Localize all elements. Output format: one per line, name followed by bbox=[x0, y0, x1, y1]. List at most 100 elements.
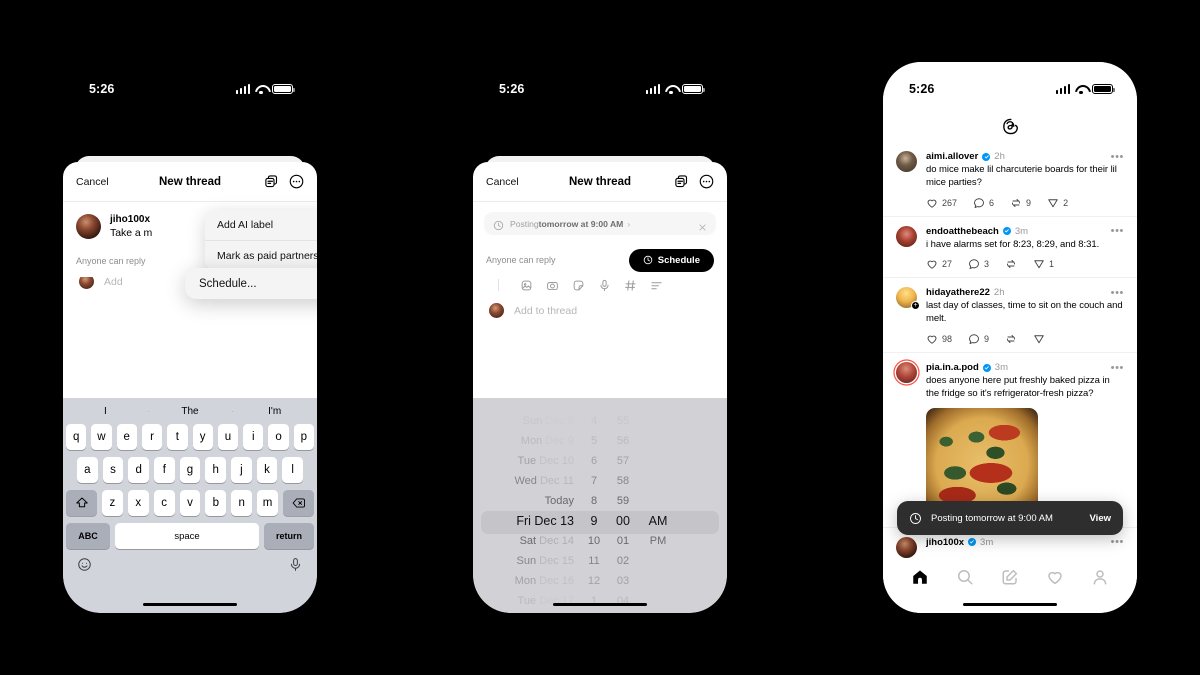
reply-button[interactable]: 9 bbox=[968, 333, 989, 345]
share-button[interactable]: 2 bbox=[1047, 197, 1068, 209]
avatar[interactable] bbox=[896, 225, 917, 247]
more-options-icon[interactable] bbox=[699, 174, 714, 189]
picker-row[interactable]: Wed Dec 18205 bbox=[473, 611, 727, 613]
profile-icon[interactable] bbox=[1091, 568, 1109, 586]
key-j[interactable]: j bbox=[231, 457, 252, 483]
key-u[interactable]: u bbox=[217, 424, 239, 450]
search-icon[interactable] bbox=[956, 568, 974, 586]
emoji-icon[interactable] bbox=[77, 557, 92, 572]
picker-row[interactable]: Sun Dec 8 4 55 bbox=[473, 411, 727, 431]
key-g[interactable]: g bbox=[179, 457, 201, 483]
key-q[interactable]: q bbox=[66, 424, 87, 450]
reply-button[interactable]: 3 bbox=[968, 258, 989, 270]
heart-icon[interactable] bbox=[1046, 568, 1064, 586]
key-y[interactable]: y bbox=[192, 424, 213, 450]
follow-plus-icon[interactable]: + bbox=[911, 301, 920, 311]
key-b[interactable]: b bbox=[205, 490, 227, 516]
copy-thread-icon[interactable] bbox=[674, 174, 689, 189]
post-username[interactable]: endoatthebeach bbox=[926, 226, 999, 237]
picker-row[interactable]: Wed Dec 11 7 58 bbox=[473, 471, 727, 491]
schedule-button[interactable]: Schedule bbox=[628, 248, 714, 272]
hashtag-icon[interactable] bbox=[624, 279, 637, 292]
key-x[interactable]: x bbox=[127, 490, 149, 516]
picker-row[interactable]: Sat Dec 14 10 01 PM bbox=[473, 531, 727, 551]
post-more-icon[interactable]: ••• bbox=[1111, 151, 1124, 162]
avatar[interactable] bbox=[896, 151, 917, 172]
picker-row[interactable]: Today 8 59 bbox=[473, 491, 727, 511]
menu-item-add-ai-label[interactable]: Add AI label bbox=[205, 210, 317, 240]
gallery-icon[interactable] bbox=[520, 279, 533, 292]
suggestion-2[interactable]: I'm bbox=[232, 406, 317, 417]
gif-sticker-icon[interactable] bbox=[572, 279, 585, 292]
repost-button[interactable] bbox=[1005, 333, 1017, 345]
suggestion-0[interactable]: I bbox=[63, 406, 148, 417]
date-time-picker[interactable]: Sun Dec 8 4 55 Mon Dec 9 5 56 Tue Dec 10 6 57 Wed… bbox=[473, 398, 727, 613]
avatar[interactable]: + bbox=[896, 287, 920, 311]
picker-row[interactable]: Tue Dec 17 1 04 bbox=[473, 591, 727, 611]
compose-icon[interactable] bbox=[1001, 568, 1019, 586]
key-c[interactable]: c bbox=[153, 490, 175, 516]
add-to-thread-row[interactable]: Add to thread bbox=[489, 303, 714, 318]
space-key[interactable]: space bbox=[115, 523, 259, 549]
post-more-icon[interactable]: ••• bbox=[1111, 362, 1124, 373]
home-icon[interactable] bbox=[911, 568, 929, 586]
suggestion-1[interactable]: The bbox=[147, 406, 233, 417]
like-button[interactable]: 27 bbox=[926, 258, 952, 270]
key-k[interactable]: k bbox=[256, 457, 278, 483]
key-r[interactable]: r bbox=[141, 424, 163, 450]
post-more-icon[interactable]: ••• bbox=[1111, 537, 1124, 548]
reply-policy-label[interactable]: Anyone can reply bbox=[76, 256, 146, 266]
feed-post[interactable]: endoatthebeach 3m ••• i have alarms set for… bbox=[883, 217, 1137, 279]
camera-icon[interactable] bbox=[546, 279, 559, 292]
picker-rows[interactable]: Sun Dec 8 4 55 Mon Dec 9 5 56 Tue Dec 10 6 57 Wed… bbox=[473, 398, 727, 613]
picker-row[interactable]: Sun Dec 15 11 02 bbox=[473, 551, 727, 571]
copy-thread-icon[interactable] bbox=[264, 174, 279, 189]
post-username[interactable]: pia.in.a.pod bbox=[926, 362, 979, 373]
reply-policy-label[interactable]: Anyone can reply bbox=[486, 255, 556, 265]
key-m[interactable]: m bbox=[257, 490, 279, 516]
more-options-icon[interactable] bbox=[289, 174, 304, 189]
post-username[interactable]: jiho100x bbox=[926, 537, 964, 548]
feed-scroll-area[interactable]: aimi.allover 2h ••• do mice make lil charcu… bbox=[883, 104, 1137, 613]
poll-icon[interactable] bbox=[650, 279, 663, 292]
repost-button[interactable] bbox=[1005, 258, 1017, 270]
like-button[interactable]: 267 bbox=[926, 197, 957, 209]
menu-item-schedule[interactable]: Schedule... bbox=[185, 268, 317, 299]
key-v[interactable]: v bbox=[179, 490, 201, 516]
key-o[interactable]: o bbox=[268, 424, 289, 450]
like-button[interactable]: 98 bbox=[926, 333, 952, 345]
post-username[interactable]: aimi.allover bbox=[926, 151, 978, 162]
feed-post[interactable]: aimi.allover 2h ••• do mice make lil charcu… bbox=[883, 142, 1137, 217]
key-l[interactable]: l bbox=[282, 457, 304, 483]
key-d[interactable]: d bbox=[128, 457, 149, 483]
key-s[interactable]: s bbox=[102, 457, 124, 483]
key-i[interactable]: i bbox=[243, 424, 264, 450]
microphone-icon[interactable] bbox=[598, 279, 611, 292]
avatar[interactable] bbox=[896, 362, 917, 384]
picker-row[interactable]: Tue Dec 10 6 57 bbox=[473, 451, 727, 471]
key-a[interactable]: a bbox=[76, 457, 98, 483]
key-z[interactable]: z bbox=[102, 490, 123, 516]
post-username[interactable]: hidayathere22 bbox=[926, 287, 990, 298]
repost-button[interactable]: 9 bbox=[1010, 197, 1031, 209]
avatar[interactable] bbox=[896, 536, 917, 558]
abc-key[interactable]: ABC bbox=[66, 523, 110, 549]
post-more-icon[interactable]: ••• bbox=[1111, 226, 1124, 237]
share-button[interactable] bbox=[1033, 333, 1045, 345]
scheduled-banner[interactable]: Posting tomorrow at 9:00 AM › bbox=[484, 212, 716, 235]
reply-button[interactable]: 6 bbox=[973, 197, 994, 209]
toast-view-button[interactable]: View bbox=[1090, 513, 1111, 524]
return-key[interactable]: return bbox=[264, 523, 314, 549]
key-n[interactable]: n bbox=[231, 490, 253, 516]
post-more-icon[interactable]: ••• bbox=[1111, 287, 1124, 298]
picker-row[interactable]: Mon Dec 9 5 56 bbox=[473, 431, 727, 451]
key-w[interactable]: w bbox=[91, 424, 112, 450]
dictation-icon[interactable] bbox=[288, 557, 303, 572]
key-t[interactable]: t bbox=[167, 424, 188, 450]
key-p[interactable]: p bbox=[293, 424, 314, 450]
key-e[interactable]: e bbox=[116, 424, 137, 450]
backspace-key[interactable] bbox=[283, 490, 315, 516]
menu-item-mark-paid-partnership[interactable]: Mark as paid partnership bbox=[205, 240, 317, 271]
share-button[interactable]: 1 bbox=[1033, 258, 1054, 270]
key-f[interactable]: f bbox=[154, 457, 175, 483]
